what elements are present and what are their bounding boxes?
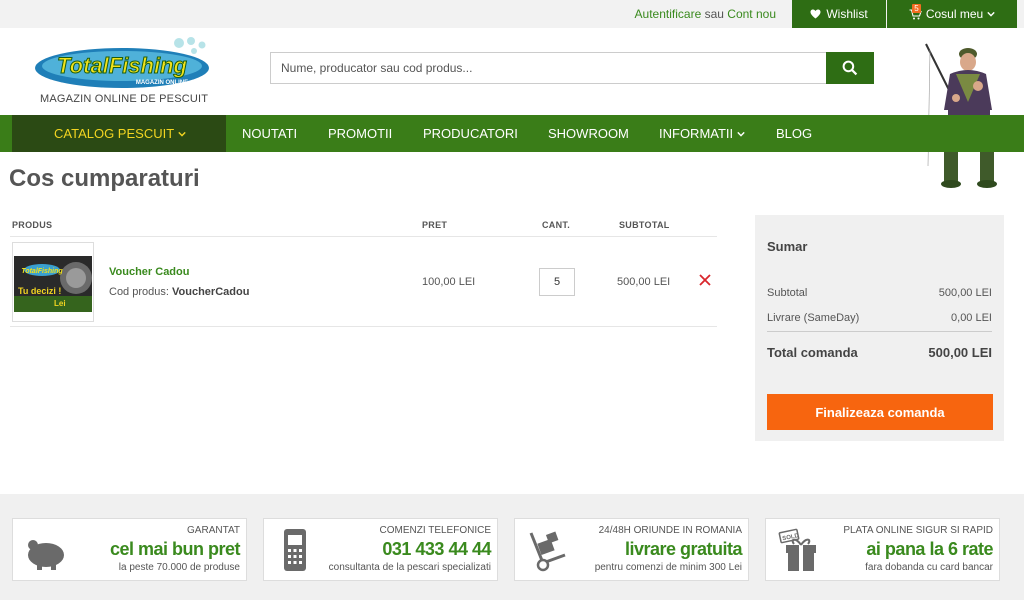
nav-item-blog[interactable]: BLOG bbox=[776, 115, 812, 152]
cart-count-badge: 5 bbox=[912, 4, 921, 13]
summary-total-value: 500,00 LEI bbox=[928, 345, 992, 360]
benefit-line1: PLATA ONLINE SIGUR SI RAPID bbox=[843, 525, 993, 536]
benefit-line2: cel mai bun pret bbox=[109, 539, 241, 559]
summary-subtotal-label: Subtotal bbox=[767, 287, 808, 299]
remove-item-button[interactable] bbox=[698, 273, 712, 287]
search-button[interactable] bbox=[826, 52, 874, 84]
benefit-line2: 031 433 44 44 bbox=[382, 539, 491, 559]
benefit-line2: livrare gratuita bbox=[624, 539, 743, 559]
product-thumbnail[interactable]: TotalFishing Tu decizi ! Lei bbox=[12, 242, 94, 322]
benefit-line1: COMENZI TELEFONICE bbox=[379, 525, 492, 536]
col-header-product: PRODUS bbox=[12, 220, 53, 230]
col-header-qty: CANT. bbox=[542, 220, 570, 230]
product-code: Cod produs: VoucherCadou bbox=[109, 286, 249, 298]
svg-text:TotalFishing: TotalFishing bbox=[21, 268, 63, 275]
nav-item-producatori[interactable]: PRODUCATORI bbox=[423, 115, 518, 152]
benefit-phone-orders[interactable]: COMENZI TELEFONICE 031 433 44 44 consult… bbox=[263, 518, 498, 581]
gift-icon: SOLD bbox=[778, 528, 816, 571]
benefit-line2: ai pana la 6 rate bbox=[866, 539, 993, 559]
wishlist-label: Wishlist bbox=[826, 7, 868, 21]
product-subtotal: 500,00 LEI bbox=[617, 276, 671, 288]
checkout-button[interactable]: Finalizeaza comanda bbox=[767, 394, 993, 430]
divider bbox=[10, 236, 717, 237]
chevron-down-icon bbox=[987, 11, 995, 17]
benefit-line3: consultanta de la pescari specializati bbox=[328, 562, 491, 573]
benefit-line1: GARANTAT bbox=[187, 525, 240, 536]
benefit-installments[interactable]: SOLD PLATA ONLINE SIGUR SI RAPID ai pana… bbox=[765, 518, 1000, 581]
top-bar: Autentificare sau Cont nou Wishlist Cosu… bbox=[0, 0, 1024, 28]
summary-total-label: Total comanda bbox=[767, 345, 858, 360]
nav-item-promotii[interactable]: PROMOTII bbox=[328, 115, 392, 152]
benefit-free-delivery[interactable]: 24/48H ORIUNDE IN ROMANIA livrare gratui… bbox=[514, 518, 749, 581]
nav-item-showroom[interactable]: SHOWROOM bbox=[548, 115, 629, 152]
phone-icon bbox=[284, 529, 306, 571]
nav-item-label: INFORMATII bbox=[659, 126, 734, 141]
nav-item-label: NOUTATI bbox=[242, 126, 298, 141]
summary-subtotal-value: 500,00 LEI bbox=[938, 287, 992, 299]
login-link[interactable]: Autentificare bbox=[635, 7, 702, 21]
logo[interactable]: TotalFishing MAGAZIN ONLINE bbox=[34, 36, 224, 94]
nav-item-label: PROMOTII bbox=[328, 126, 393, 141]
svg-text:Lei: Lei bbox=[54, 299, 66, 308]
summary-shipping-row: Livrare (SameDay) 0,00 LEI bbox=[767, 312, 992, 324]
search-bar bbox=[270, 52, 874, 84]
close-icon bbox=[699, 274, 711, 286]
divider bbox=[10, 326, 717, 327]
auth-separator: sau bbox=[704, 7, 724, 21]
summary-total-row: Total comanda 500,00 LEI bbox=[767, 345, 992, 360]
nav-item-label: BLOG bbox=[776, 126, 813, 141]
register-link[interactable]: Cont nou bbox=[727, 7, 776, 21]
footer-benefits: GARANTAT cel mai bun pret la peste 70.00… bbox=[0, 494, 1024, 600]
logo-tagline: MAGAZIN ONLINE DE PESCUIT bbox=[40, 93, 209, 105]
benefit-line3: la peste 70.000 de produse bbox=[118, 562, 240, 573]
summary-title: Sumar bbox=[767, 239, 808, 254]
search-icon bbox=[842, 60, 858, 76]
benefit-line3: pentru comenzi de minim 300 Lei bbox=[594, 562, 742, 573]
col-header-price: PRET bbox=[422, 220, 448, 230]
hand-truck-icon bbox=[529, 531, 566, 572]
svg-text:Tu decizi !: Tu decizi ! bbox=[18, 286, 61, 296]
svg-text:TotalFishing: TotalFishing bbox=[57, 53, 188, 78]
chevron-down-icon bbox=[737, 131, 745, 137]
product-name-link[interactable]: Voucher Cadou bbox=[109, 266, 189, 278]
col-header-subtotal: SUBTOTAL bbox=[619, 220, 670, 230]
benefit-best-price[interactable]: GARANTAT cel mai bun pret la peste 70.00… bbox=[12, 518, 247, 581]
benefit-line1: 24/48H ORIUNDE IN ROMANIA bbox=[598, 525, 742, 536]
nav-catalog-label: CATALOG PESCUIT bbox=[54, 126, 175, 141]
summary-shipping-label: Livrare (SameDay) bbox=[767, 312, 860, 324]
nav-item-label: SHOWROOM bbox=[548, 126, 629, 141]
search-input[interactable] bbox=[270, 52, 826, 84]
divider bbox=[767, 331, 992, 332]
chevron-down-icon bbox=[178, 131, 186, 137]
summary-shipping-value: 0,00 LEI bbox=[951, 312, 992, 324]
wishlist-button[interactable]: Wishlist bbox=[792, 0, 886, 28]
nav-item-informatii[interactable]: INFORMATII bbox=[659, 115, 745, 152]
piggy-bank-icon bbox=[28, 540, 64, 570]
cart-button[interactable]: Cosul meu bbox=[887, 0, 1017, 28]
nav-item-label: PRODUCATORI bbox=[423, 126, 518, 141]
logo-sub: MAGAZIN ONLINE bbox=[136, 80, 188, 86]
quantity-input[interactable] bbox=[539, 268, 575, 296]
nav-catalog-dropdown[interactable]: CATALOG PESCUIT bbox=[12, 115, 226, 152]
product-code-label: Cod produs: bbox=[109, 286, 169, 298]
benefit-line3: fara dobanda cu card bancar bbox=[865, 562, 993, 573]
product-code-value: VoucherCadou bbox=[172, 286, 250, 298]
order-summary: Sumar Subtotal 500,00 LEI Livrare (SameD… bbox=[755, 215, 1004, 441]
heart-icon bbox=[810, 9, 821, 19]
page-title: Cos cumparaturi bbox=[9, 165, 200, 192]
auth-links: Autentificare sau Cont nou bbox=[635, 7, 776, 21]
summary-subtotal-row: Subtotal 500,00 LEI bbox=[767, 287, 992, 299]
nav-item-noutati[interactable]: NOUTATI bbox=[242, 115, 297, 152]
product-price: 100,00 LEI bbox=[422, 276, 476, 288]
main-nav: CATALOG PESCUIT NOUTATI PROMOTII PRODUCA… bbox=[0, 115, 1024, 152]
cart-label: Cosul meu bbox=[925, 7, 984, 21]
